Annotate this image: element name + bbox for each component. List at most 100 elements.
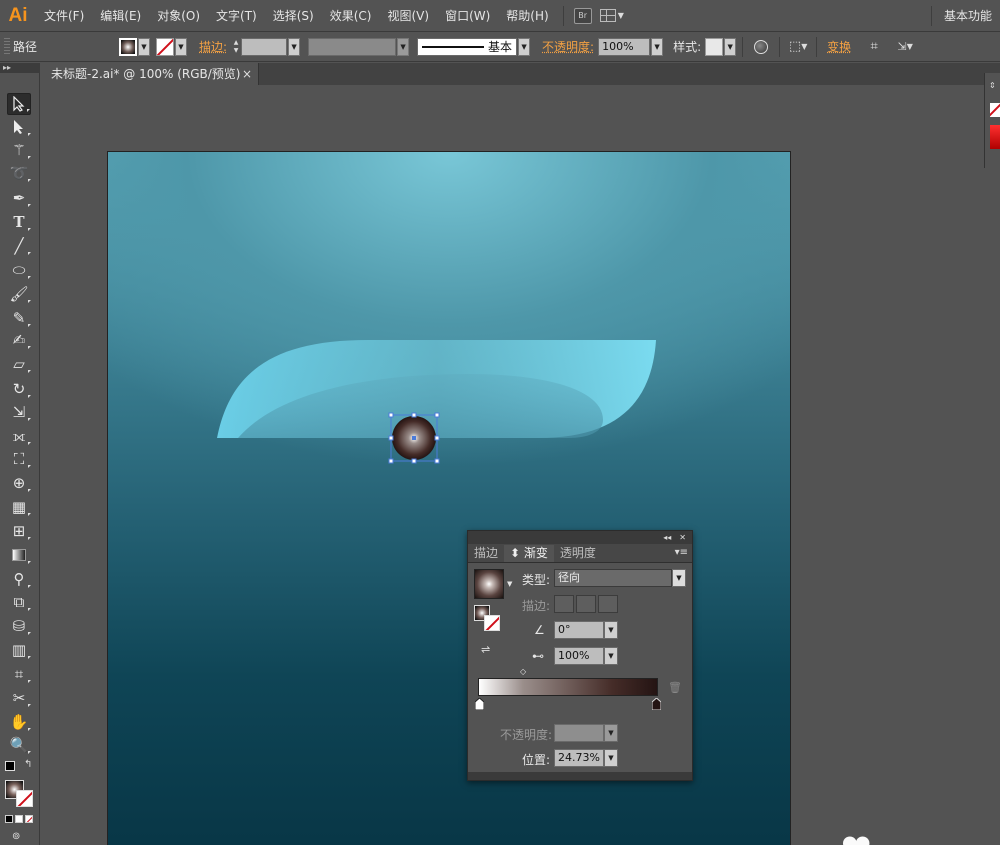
free-transform-tool[interactable]: ⛶ bbox=[7, 448, 31, 470]
symbol-sprayer-tool[interactable]: ⛁ bbox=[7, 615, 31, 637]
panel-stroke-box[interactable] bbox=[484, 615, 500, 631]
stop-opacity-input[interactable] bbox=[554, 724, 604, 742]
artboard-tool[interactable]: ⌗ bbox=[7, 663, 31, 685]
perspective-grid-tool[interactable]: ▦ bbox=[7, 496, 31, 518]
eyedropper-tool[interactable]: ⚲ bbox=[7, 568, 31, 590]
toolbar-collapse-button[interactable]: ▸▸ bbox=[0, 63, 40, 73]
width-tool[interactable]: ⟗ bbox=[7, 425, 31, 447]
stroke-color-dropdown[interactable]: ▼ bbox=[175, 37, 187, 56]
aspect-ratio-dropdown[interactable]: ▼ bbox=[604, 647, 618, 665]
eraser-tool[interactable]: ▱ bbox=[7, 353, 31, 375]
gradient-preview-swatch[interactable] bbox=[474, 569, 504, 599]
graphic-style-swatch[interactable] bbox=[705, 37, 724, 56]
panel-resize-bar[interactable] bbox=[468, 772, 692, 780]
type-tool[interactable]: T bbox=[7, 211, 31, 233]
mesh-tool[interactable]: ⊞ bbox=[7, 520, 31, 542]
color-mode-buttons[interactable] bbox=[5, 815, 33, 823]
opacity-label[interactable]: 不透明度: bbox=[542, 38, 594, 55]
angle-dropdown[interactable]: ▼ bbox=[604, 621, 618, 639]
stroke-weight-stepper[interactable]: ▲ ▼ bbox=[231, 38, 241, 56]
panel-title-bar[interactable]: ◂◂ ✕ bbox=[468, 531, 692, 544]
stroke-across-button[interactable] bbox=[598, 595, 618, 613]
hand-tool[interactable]: ✋ bbox=[7, 711, 31, 733]
blend-tool[interactable]: ⧉ bbox=[7, 591, 31, 613]
menu-edit[interactable]: 编辑(E) bbox=[92, 0, 149, 32]
stroke-weight-input[interactable] bbox=[241, 37, 288, 56]
pencil-tool[interactable]: ✎ bbox=[7, 307, 31, 329]
document-tab[interactable]: 未标题-2.ai* @ 100% (RGB/预览) × bbox=[41, 63, 259, 85]
location-dropdown[interactable]: ▼ bbox=[604, 749, 618, 767]
paintbrush-tool[interactable]: 🖌 bbox=[7, 283, 31, 305]
slice-tool[interactable]: ✂ bbox=[7, 687, 31, 709]
scale-tool[interactable]: ⇲ bbox=[7, 401, 31, 423]
menu-effect[interactable]: 效果(C) bbox=[322, 0, 380, 32]
magic-wand-tool[interactable]: ⚚ bbox=[7, 139, 31, 161]
gradient-stop-start[interactable] bbox=[474, 697, 485, 711]
swap-colors-icon[interactable]: ↰ bbox=[24, 759, 32, 770]
stroke-within-button[interactable] bbox=[554, 595, 574, 613]
align-to-button[interactable]: ⬚ ▼ bbox=[789, 38, 807, 56]
fill-swatch[interactable] bbox=[118, 36, 138, 57]
midpoint-diamond[interactable]: ◇ bbox=[520, 667, 526, 676]
brush-definition[interactable]: 基本 bbox=[417, 37, 518, 56]
stroke-label[interactable]: 描边: bbox=[199, 38, 227, 55]
pen-tool[interactable]: ✒ bbox=[7, 187, 31, 209]
shape-builder-tool[interactable]: ⊕ bbox=[7, 472, 31, 494]
opacity-dropdown[interactable]: ▼ bbox=[651, 37, 664, 56]
close-panel-icon[interactable]: ✕ bbox=[679, 533, 686, 542]
collapse-panel-icon[interactable]: ◂◂ bbox=[663, 533, 671, 542]
variable-width-dropdown[interactable]: ▼ bbox=[397, 37, 410, 56]
selection-tool[interactable] bbox=[7, 93, 31, 115]
stop-opacity-dropdown[interactable]: ▼ bbox=[604, 724, 618, 742]
aspect-ratio-input[interactable]: 100% bbox=[554, 647, 604, 665]
location-input[interactable]: 24.73% bbox=[554, 749, 604, 767]
rotate-tool[interactable]: ↻ bbox=[7, 378, 31, 400]
workspace-switcher[interactable]: 基本功能 bbox=[925, 0, 992, 32]
dock-stroke-none-icon[interactable] bbox=[990, 103, 1000, 117]
stroke-weight-dropdown[interactable]: ▼ bbox=[288, 37, 301, 56]
gradient-preview-chevron-icon[interactable]: ▼ bbox=[507, 580, 512, 588]
tab-gradient[interactable]: ⬍ 渐变 bbox=[504, 545, 554, 562]
menu-help[interactable]: 帮助(H) bbox=[498, 0, 556, 32]
menu-file[interactable]: 文件(F) bbox=[36, 0, 92, 32]
gradient-tool[interactable] bbox=[7, 544, 31, 566]
stroke-swatch[interactable] bbox=[156, 37, 174, 56]
brush-dropdown[interactable]: ▼ bbox=[518, 37, 531, 56]
isolate-selection-button[interactable]: ⌗ bbox=[865, 38, 883, 56]
graphic-style-dropdown[interactable]: ▼ bbox=[724, 37, 737, 56]
lasso-tool[interactable]: ➰ bbox=[7, 162, 31, 184]
ellipse-tool[interactable]: ⬭ bbox=[7, 259, 31, 281]
reverse-gradient-icon[interactable]: ⇌ bbox=[481, 643, 490, 656]
control-panel-menu-button[interactable]: ⇲ ▼ bbox=[896, 38, 914, 56]
bridge-button[interactable]: Br bbox=[573, 6, 592, 26]
panel-grip[interactable] bbox=[4, 37, 10, 56]
default-colors-icon[interactable] bbox=[5, 761, 15, 771]
delete-stop-icon[interactable]: 🗑 bbox=[668, 681, 682, 694]
dock-color-icon[interactable] bbox=[990, 125, 1000, 149]
stroke-color-box[interactable] bbox=[16, 790, 33, 807]
gradient-slider[interactable] bbox=[478, 678, 658, 696]
menu-type[interactable]: 文字(T) bbox=[208, 0, 265, 32]
arrange-documents-button[interactable]: ▼ bbox=[599, 6, 624, 26]
gradient-type-select[interactable]: 径向 bbox=[554, 569, 672, 587]
menu-object[interactable]: 对象(O) bbox=[149, 0, 208, 32]
transform-link[interactable]: 变换 bbox=[827, 38, 851, 55]
tab-transparency[interactable]: 透明度 bbox=[554, 545, 602, 562]
recolor-artwork-button[interactable] bbox=[752, 38, 770, 56]
opacity-input[interactable]: 100% bbox=[598, 37, 651, 56]
direct-selection-tool[interactable] bbox=[7, 116, 31, 138]
menu-window[interactable]: 窗口(W) bbox=[437, 0, 498, 32]
column-graph-tool[interactable]: ▥ bbox=[7, 639, 31, 661]
blob-brush-tool[interactable]: ✍ bbox=[7, 329, 31, 351]
tab-stroke[interactable]: 描边 bbox=[468, 545, 504, 562]
gradient-stop-end[interactable] bbox=[651, 697, 662, 711]
zoom-tool[interactable]: 🔍 bbox=[7, 734, 31, 756]
drawing-mode-icon[interactable]: ⊚ bbox=[12, 831, 20, 842]
line-tool[interactable]: ╱ bbox=[7, 235, 31, 257]
stroke-along-button[interactable] bbox=[576, 595, 596, 613]
angle-input[interactable]: 0° bbox=[554, 621, 604, 639]
close-icon[interactable]: × bbox=[242, 63, 252, 85]
panel-menu-icon[interactable]: ▾≡ bbox=[675, 547, 688, 558]
gradient-type-dropdown[interactable]: ▼ bbox=[672, 569, 686, 587]
menu-select[interactable]: 选择(S) bbox=[265, 0, 322, 32]
